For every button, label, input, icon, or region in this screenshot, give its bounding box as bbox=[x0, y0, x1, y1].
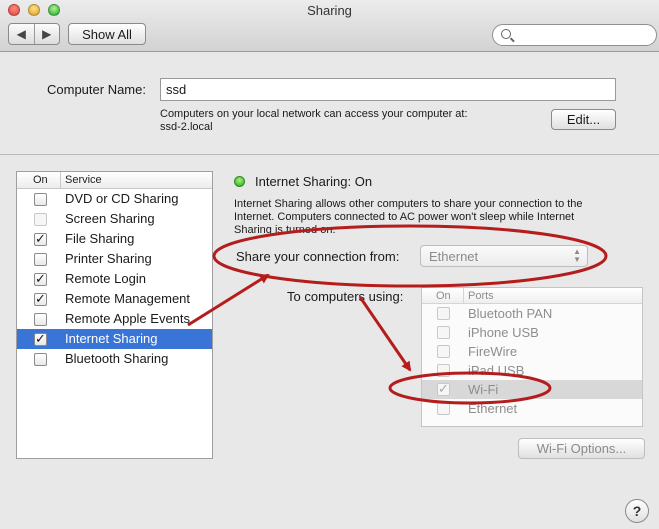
service-checkbox[interactable] bbox=[34, 253, 47, 266]
service-checkbox[interactable] bbox=[34, 313, 47, 326]
title-bar: Sharing ◀ ▶ Show All bbox=[0, 0, 659, 52]
chevron-left-icon: ◀ bbox=[16, 27, 26, 41]
port-checkbox[interactable] bbox=[437, 364, 450, 377]
wifi-options-button[interactable]: Wi-Fi Options... bbox=[518, 438, 645, 459]
checkmark-icon: ✓ bbox=[35, 232, 46, 247]
share-from-value: Ethernet bbox=[429, 249, 479, 264]
service-checkbox[interactable]: ✓ bbox=[34, 293, 47, 306]
service-label: Remote Management bbox=[65, 291, 191, 306]
computer-name-label: Computer Name: bbox=[47, 82, 146, 97]
service-label: Bluetooth Sharing bbox=[65, 351, 169, 366]
port-row[interactable]: iPad USB bbox=[422, 361, 642, 380]
column-header-on[interactable]: On bbox=[33, 174, 48, 186]
port-checkbox[interactable] bbox=[437, 345, 450, 358]
services-list-header: On Service bbox=[17, 172, 212, 189]
search-icon bbox=[501, 29, 511, 39]
ports-header-ports[interactable]: Ports bbox=[468, 290, 494, 302]
column-divider bbox=[60, 172, 61, 188]
section-divider bbox=[0, 154, 659, 155]
show-all-button[interactable]: Show All bbox=[68, 23, 146, 45]
ports-header-on[interactable]: On bbox=[436, 290, 451, 302]
service-row[interactable]: Bluetooth Sharing bbox=[17, 349, 212, 369]
search-input[interactable] bbox=[515, 27, 650, 43]
service-label: Screen Sharing bbox=[65, 211, 155, 226]
back-button[interactable]: ◀ bbox=[9, 24, 34, 44]
port-row[interactable]: iPhone USB bbox=[422, 323, 642, 342]
port-row[interactable]: Ethernet bbox=[422, 399, 642, 418]
service-label: File Sharing bbox=[65, 231, 135, 246]
forward-button[interactable]: ▶ bbox=[33, 24, 60, 44]
computer-name-field[interactable]: ssd bbox=[160, 78, 616, 101]
port-checkbox[interactable] bbox=[437, 402, 450, 415]
service-checkbox[interactable] bbox=[34, 353, 47, 366]
window-title: Sharing bbox=[307, 3, 352, 18]
services-list: On Service DVD or CD Sharing Screen Shari… bbox=[16, 171, 213, 459]
port-checkbox[interactable] bbox=[437, 307, 450, 320]
edit-button[interactable]: Edit... bbox=[551, 109, 616, 130]
chevron-right-icon: ▶ bbox=[42, 27, 52, 41]
service-row[interactable]: ✓ Internet Sharing bbox=[17, 329, 212, 349]
service-checkbox[interactable]: ✓ bbox=[34, 333, 47, 346]
ports-list-header: On Ports bbox=[422, 288, 642, 304]
network-address-info: Computers on your local network can acce… bbox=[160, 108, 468, 120]
checkmark-icon: ✓ bbox=[438, 382, 449, 397]
arrow-to-wifi bbox=[358, 296, 412, 372]
service-row[interactable]: DVD or CD Sharing bbox=[17, 189, 212, 209]
description-line-1: Internet Sharing allows other computers … bbox=[234, 198, 583, 210]
port-checkbox[interactable] bbox=[437, 326, 450, 339]
port-label: iPhone USB bbox=[468, 325, 539, 340]
service-label: Printer Sharing bbox=[65, 251, 152, 266]
ports-column-divider bbox=[463, 288, 464, 303]
service-checkbox[interactable]: ✓ bbox=[34, 273, 47, 286]
description-line-3: Sharing is turned on. bbox=[234, 224, 336, 236]
column-header-service[interactable]: Service bbox=[65, 174, 102, 186]
service-row[interactable]: ✓ Remote Management bbox=[17, 289, 212, 309]
back-forward-control: ◀ ▶ bbox=[8, 23, 60, 45]
service-row[interactable]: Screen Sharing bbox=[17, 209, 212, 229]
port-label: Wi-Fi bbox=[468, 382, 499, 397]
status-indicator-icon bbox=[234, 176, 245, 187]
service-checkbox[interactable] bbox=[34, 213, 47, 226]
port-row[interactable]: Bluetooth PAN bbox=[422, 304, 642, 323]
service-checkbox[interactable]: ✓ bbox=[34, 233, 47, 246]
service-row[interactable]: ✓ File Sharing bbox=[17, 229, 212, 249]
service-row[interactable]: ✓ Remote Login bbox=[17, 269, 212, 289]
service-label: Internet Sharing bbox=[65, 331, 158, 346]
port-row[interactable]: FireWire bbox=[422, 342, 642, 361]
search-field[interactable] bbox=[492, 24, 657, 46]
sharing-status: Internet Sharing: On bbox=[255, 174, 373, 189]
port-checkbox[interactable]: ✓ bbox=[437, 383, 450, 396]
service-label: DVD or CD Sharing bbox=[65, 191, 179, 206]
up-down-arrows-icon: ▲ ▼ bbox=[573, 247, 581, 264]
service-label: Remote Login bbox=[65, 271, 146, 286]
to-computers-label: To computers using: bbox=[287, 289, 404, 304]
port-label: Ethernet bbox=[468, 401, 518, 416]
service-label: Remote Apple Events bbox=[65, 311, 191, 326]
service-row[interactable]: Printer Sharing bbox=[17, 249, 212, 269]
checkmark-icon: ✓ bbox=[35, 332, 46, 347]
port-label: Bluetooth PAN bbox=[468, 306, 553, 321]
share-from-popup[interactable]: Ethernet ▲ ▼ bbox=[420, 245, 588, 267]
share-from-label: Share your connection from: bbox=[236, 249, 400, 264]
checkmark-icon: ✓ bbox=[35, 292, 46, 307]
service-checkbox[interactable] bbox=[34, 193, 47, 206]
description-line-2: Internet. Computers connected to AC powe… bbox=[234, 211, 575, 223]
port-label: FireWire bbox=[468, 344, 518, 359]
help-button[interactable]: ? bbox=[625, 499, 649, 523]
port-row[interactable]: ✓ Wi-Fi bbox=[422, 380, 642, 399]
port-label: iPad USB bbox=[468, 363, 525, 378]
ports-list: On Ports Bluetooth PAN iPhone USB FireWire… bbox=[421, 287, 643, 427]
checkmark-icon: ✓ bbox=[35, 272, 46, 287]
service-row[interactable]: Remote Apple Events bbox=[17, 309, 212, 329]
network-address-value: ssd-2.local bbox=[160, 121, 213, 133]
